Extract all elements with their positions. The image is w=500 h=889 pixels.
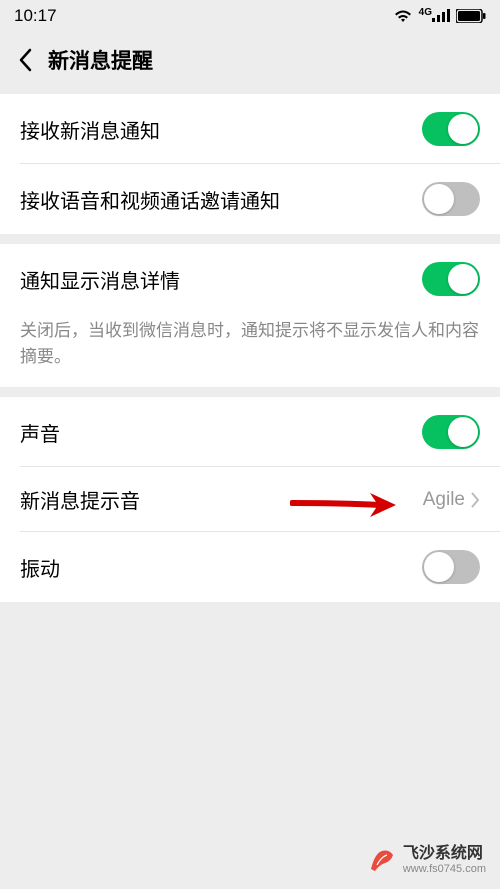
watermark-title: 飞沙系统网 xyxy=(403,845,486,863)
row-value: Agile xyxy=(423,489,480,511)
detail-description: 关闭后，当收到微信消息时，通知提示将不显示发信人和内容摘要。 xyxy=(0,314,500,387)
row-receive-voice-video[interactable]: 接收语音和视频通话邀请通知 xyxy=(0,164,500,234)
toggle-knob xyxy=(448,417,478,447)
section-receive: 接收新消息通知 接收语音和视频通话邀请通知 xyxy=(0,94,500,234)
toggle-sound[interactable] xyxy=(422,415,480,449)
row-new-msg-tone[interactable]: 新消息提示音 Agile xyxy=(0,467,500,532)
section-detail: 通知显示消息详情 关闭后，当收到微信消息时，通知提示将不显示发信人和内容摘要。 xyxy=(0,244,500,387)
page-title: 新消息提醒 xyxy=(48,45,153,75)
toggle-knob xyxy=(448,264,478,294)
signal-icon: 4G xyxy=(419,9,450,23)
row-show-detail[interactable]: 通知显示消息详情 xyxy=(0,244,500,314)
status-indicators: 4G xyxy=(393,8,486,24)
row-receive-new-msg[interactable]: 接收新消息通知 xyxy=(0,94,500,164)
row-label: 通知显示消息详情 xyxy=(20,265,180,294)
toggle-knob xyxy=(424,184,454,214)
watermark: 飞沙系统网 www.fs0745.com xyxy=(367,845,486,875)
toggle-knob xyxy=(424,552,454,582)
toggle-vibrate[interactable] xyxy=(422,550,480,584)
status-bar: 10:17 4G xyxy=(0,0,500,32)
toggle-receive-voice-video[interactable] xyxy=(422,182,480,216)
row-label: 新消息提示音 xyxy=(20,485,140,514)
back-button[interactable] xyxy=(10,45,40,75)
row-label: 振动 xyxy=(20,553,60,582)
toggle-show-detail[interactable] xyxy=(422,262,480,296)
chevron-left-icon xyxy=(18,48,32,72)
row-sound[interactable]: 声音 xyxy=(0,397,500,467)
row-label: 接收新消息通知 xyxy=(20,115,160,144)
tone-value: Agile xyxy=(423,489,465,511)
wifi-icon xyxy=(393,8,413,24)
toggle-receive-new-msg[interactable] xyxy=(422,112,480,146)
row-label: 接收语音和视频通话邀请通知 xyxy=(20,185,280,214)
row-vibrate[interactable]: 振动 xyxy=(0,532,500,602)
toggle-knob xyxy=(448,114,478,144)
watermark-url: www.fs0745.com xyxy=(403,863,486,875)
section-sound: 声音 新消息提示音 Agile 振动 xyxy=(0,397,500,602)
chevron-right-icon xyxy=(471,492,480,508)
watermark-logo-icon xyxy=(367,845,397,875)
row-label: 声音 xyxy=(20,418,60,447)
battery-icon xyxy=(456,9,486,23)
page-header: 新消息提醒 xyxy=(0,32,500,88)
status-time: 10:17 xyxy=(14,6,57,26)
